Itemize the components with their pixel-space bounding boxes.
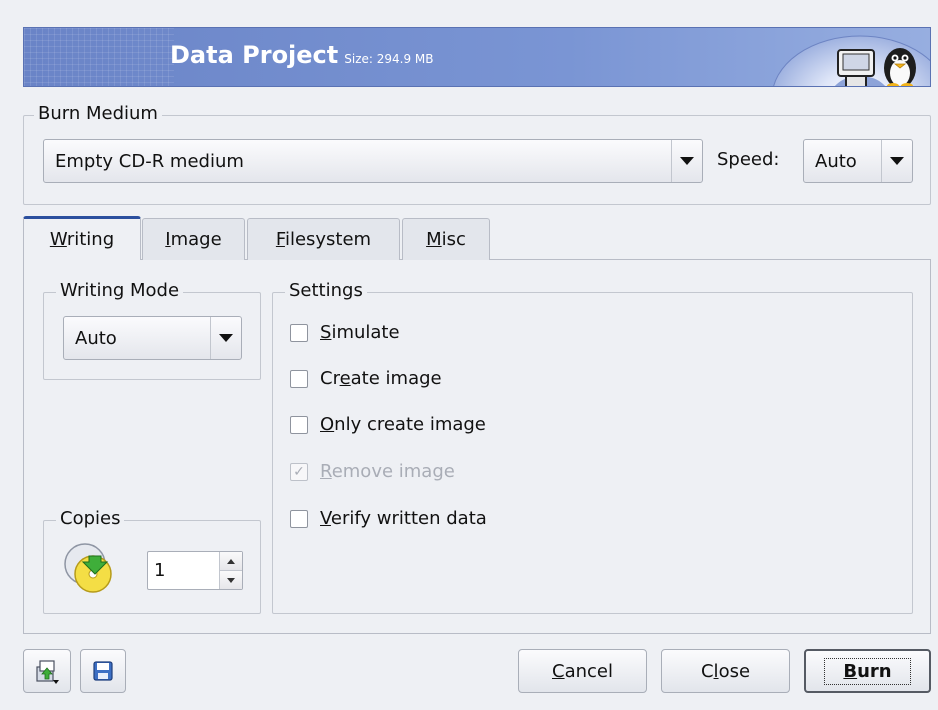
only-create-image-checkbox[interactable]: [290, 415, 308, 434]
only-create-image-label: Only create image: [320, 414, 486, 435]
remove-image-label: Remove image: [320, 461, 455, 482]
simulate-checkbox[interactable]: [290, 323, 308, 342]
load-settings-button[interactable]: [23, 649, 71, 693]
save-settings-icon: [93, 661, 113, 681]
tab-image-label: Image: [165, 229, 222, 250]
speed-label: Speed:: [717, 149, 780, 170]
tab-filesystem-label: Filesystem: [275, 229, 372, 250]
tab-misc[interactable]: Misc: [402, 218, 490, 260]
create-image-option[interactable]: Create image: [290, 368, 442, 389]
cd-copies-icon: [64, 543, 112, 593]
verify-written-data-label: Verify written data: [320, 508, 487, 529]
create-image-checkbox[interactable]: [290, 369, 308, 388]
writing-mode-title: Writing Mode: [56, 280, 184, 301]
arrow-up-icon: [227, 558, 235, 564]
speed-value: Auto: [815, 150, 857, 172]
burn-medium-title: Burn Medium: [34, 103, 162, 124]
create-image-label: Create image: [320, 368, 442, 389]
close-label: Close: [700, 660, 751, 682]
save-settings-button[interactable]: [80, 649, 126, 693]
project-header-banner: Data Project Size: 294.9 MB: [23, 27, 931, 87]
tab-filesystem[interactable]: Filesystem: [247, 218, 400, 260]
chevron-down-icon: [210, 317, 241, 359]
simulate-label: Simulate: [320, 322, 400, 343]
arrow-down-icon: [227, 577, 235, 583]
burn-button[interactable]: Burn: [804, 649, 931, 693]
chevron-down-icon: [881, 140, 912, 182]
tab-image[interactable]: Image: [142, 218, 245, 260]
tab-writing[interactable]: Writing: [23, 216, 141, 260]
checkmark-icon: ✓: [293, 463, 305, 480]
simulate-option[interactable]: Simulate: [290, 322, 400, 343]
cancel-button[interactable]: Cancel: [518, 649, 647, 693]
burn-label: Burn: [824, 657, 911, 685]
writing-mode-value: Auto: [75, 327, 117, 349]
copies-title: Copies: [56, 508, 125, 529]
burn-medium-value: Empty CD-R medium: [55, 150, 244, 172]
spin-down-button[interactable]: [220, 570, 242, 589]
remove-image-checkbox: ✓: [290, 462, 308, 481]
project-title-text: Data Project: [170, 41, 339, 69]
verify-written-data-checkbox[interactable]: [290, 509, 308, 528]
only-create-image-option[interactable]: Only create image: [290, 414, 486, 435]
burn-medium-combo[interactable]: Empty CD-R medium: [43, 139, 703, 183]
tab-misc-label: Misc: [426, 229, 466, 250]
copies-spinbox[interactable]: 1: [147, 551, 243, 590]
penguin-disc-art: [773, 35, 930, 86]
speed-combo[interactable]: Auto: [803, 139, 913, 183]
project-size-label: Size: 294.9 MB: [344, 52, 434, 66]
chevron-down-icon: [671, 140, 702, 182]
cancel-label: Cancel: [552, 660, 613, 682]
writing-mode-combo[interactable]: Auto: [63, 316, 242, 360]
verify-written-data-option[interactable]: Verify written data: [290, 508, 487, 529]
spin-up-button[interactable]: [220, 552, 242, 570]
tab-writing-label: Writing: [49, 229, 115, 250]
project-title: Data Project Size: 294.9 MB: [170, 41, 434, 69]
remove-image-option: ✓ Remove image: [290, 461, 455, 482]
close-button[interactable]: Close: [661, 649, 790, 693]
load-settings-icon: [36, 660, 59, 684]
settings-title: Settings: [285, 280, 367, 301]
copies-value: 1: [154, 560, 166, 581]
